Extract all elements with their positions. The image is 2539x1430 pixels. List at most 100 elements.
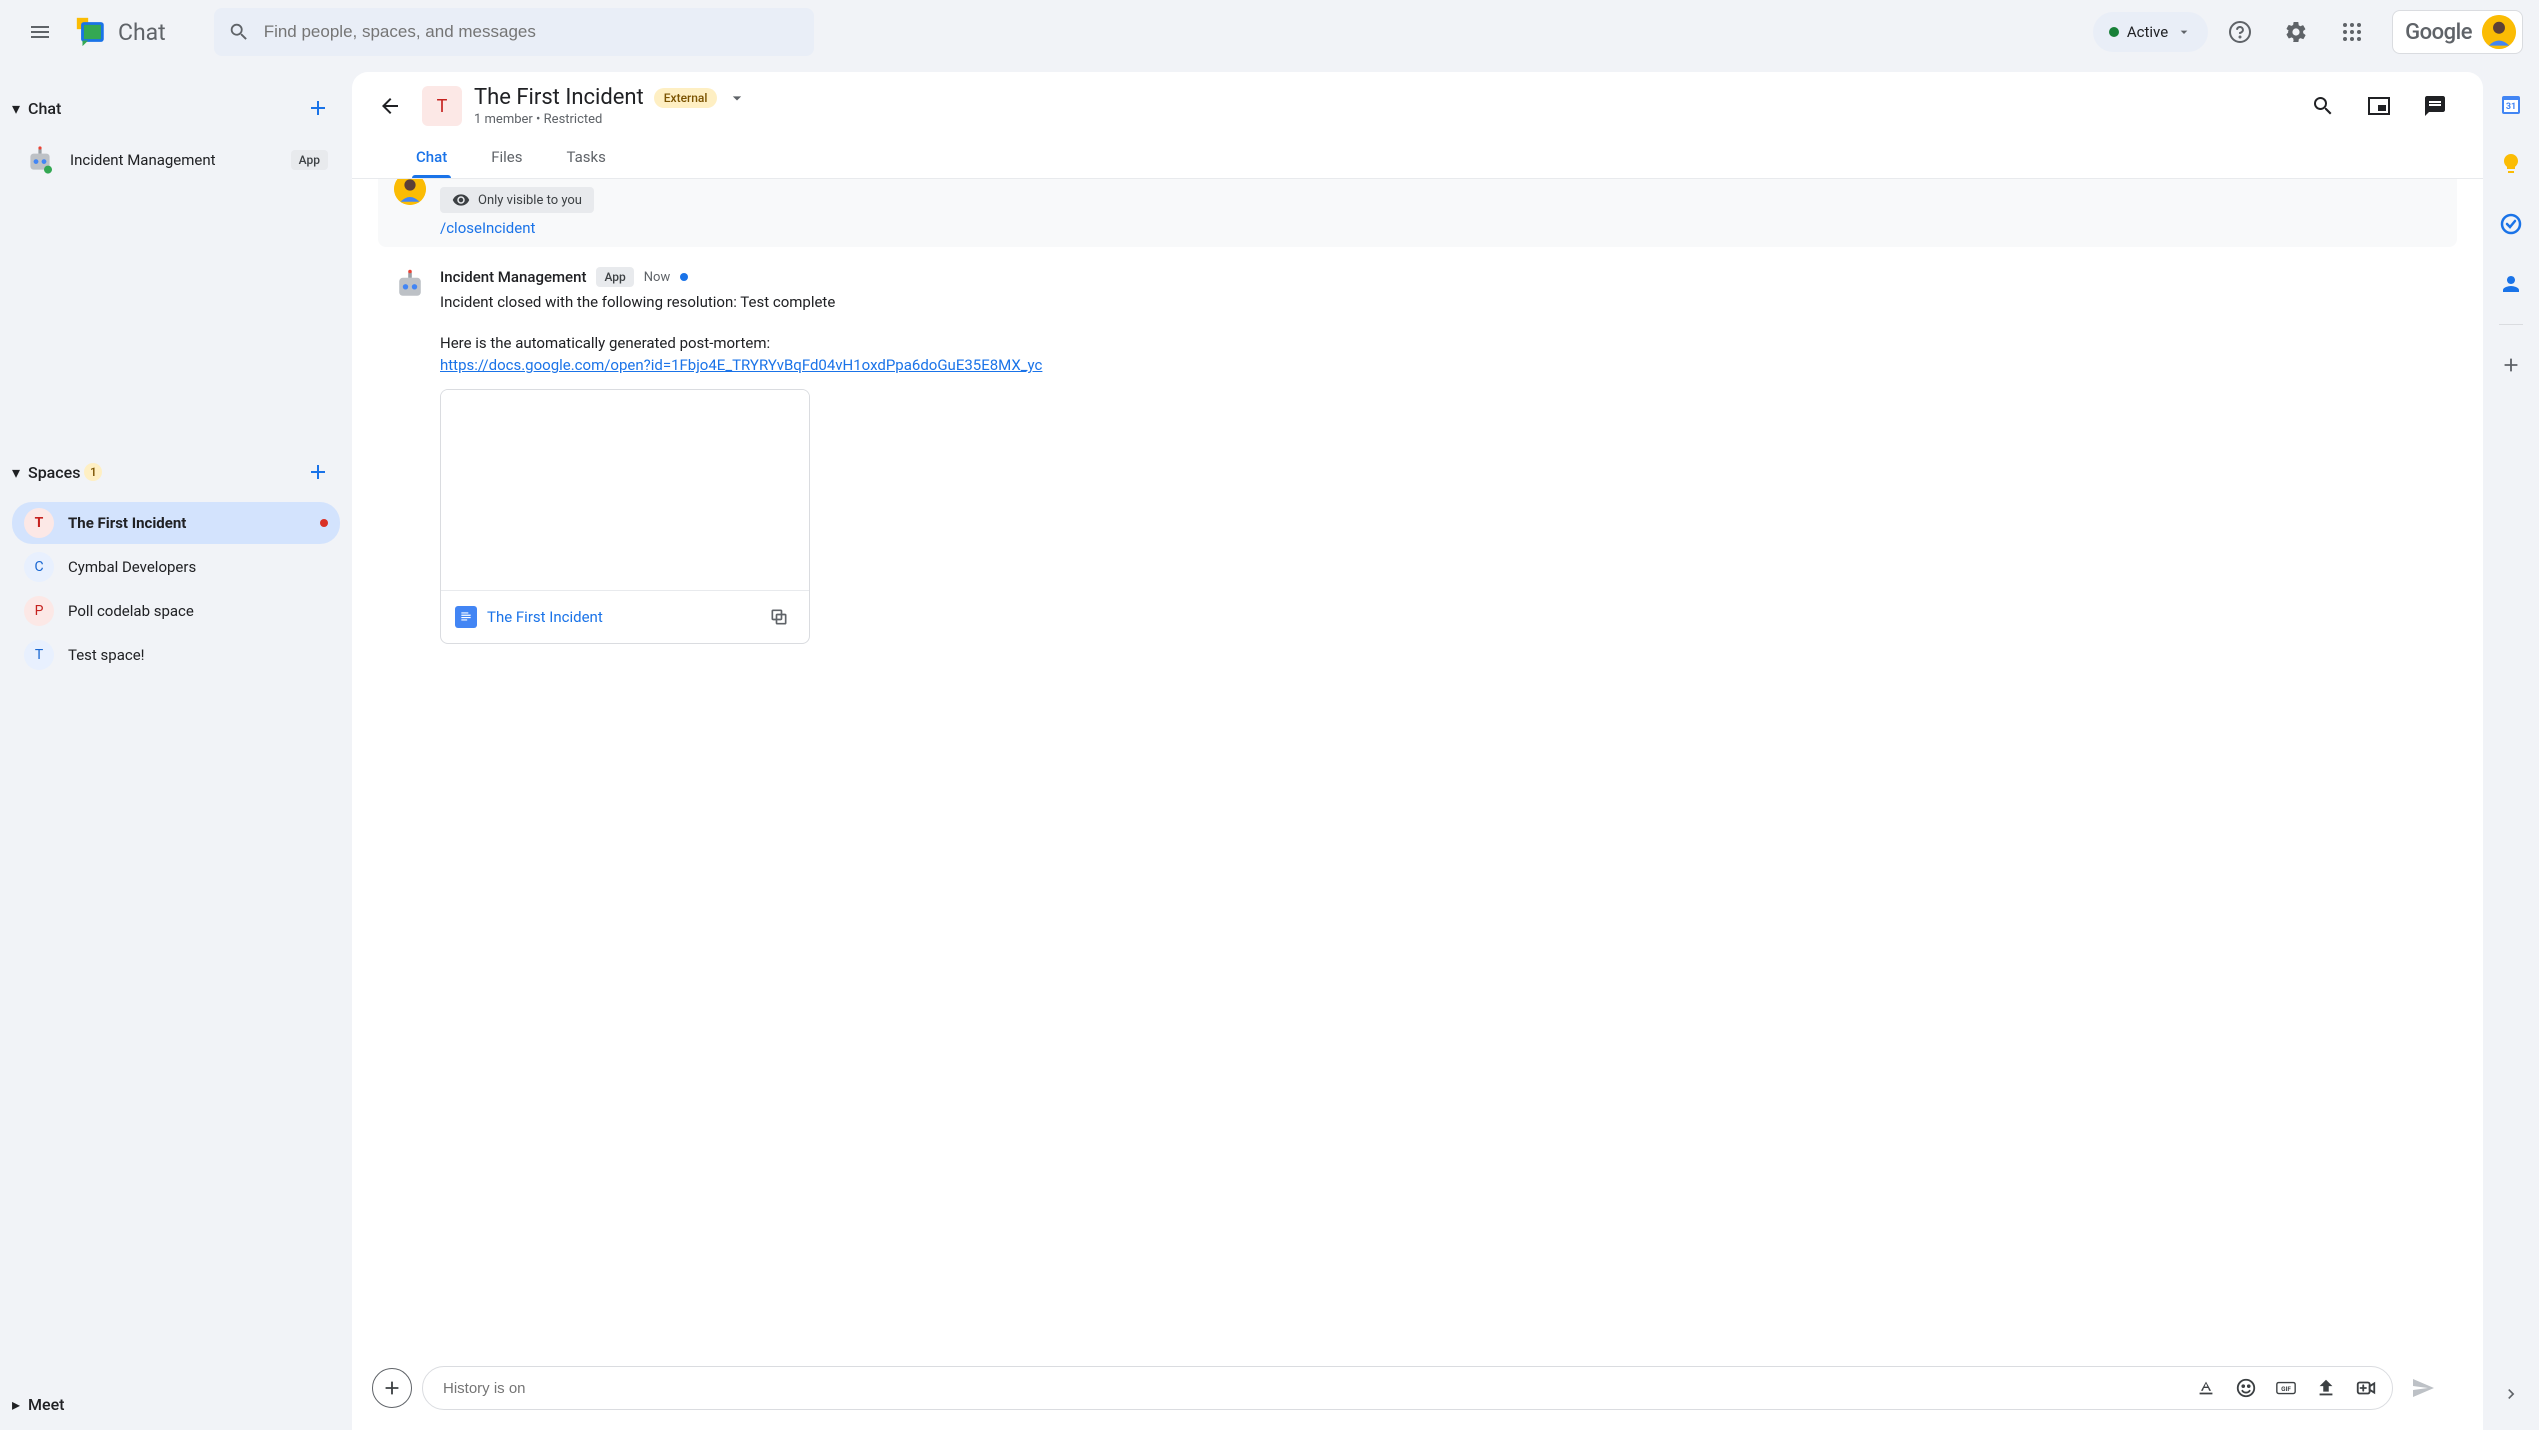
plus-icon: [306, 96, 330, 120]
plus-icon: [306, 460, 330, 484]
search-bar[interactable]: [214, 8, 814, 56]
help-icon: [2228, 20, 2252, 44]
avatar-icon: [2482, 15, 2516, 49]
contacts-rail-button[interactable]: [2491, 264, 2531, 304]
spaces-section-title: Spaces: [28, 463, 80, 482]
person-icon: [2499, 272, 2523, 296]
space-title: The First Incident: [474, 85, 644, 110]
space-letter-avatar: C: [24, 552, 54, 582]
chat-section-title: Chat: [28, 99, 61, 118]
gear-icon: [2284, 20, 2308, 44]
brand-label: Google: [2405, 20, 2472, 45]
chevron-down-icon: [2176, 24, 2192, 40]
apps-button[interactable]: [2328, 8, 2376, 56]
chevron-right-icon: [2501, 1384, 2521, 1404]
keep-rail-button[interactable]: [2491, 144, 2531, 184]
meet-section-title: Meet: [28, 1395, 64, 1414]
sidebar-space-item[interactable]: P Poll codelab space: [12, 590, 340, 632]
space-letter-avatar: T: [24, 640, 54, 670]
composer-row: GIF: [352, 1350, 2483, 1430]
spaces-count-badge: 1: [84, 463, 102, 481]
status-label: Active: [2127, 23, 2168, 41]
attach-button[interactable]: [372, 1368, 412, 1408]
format-button[interactable]: [2188, 1370, 2224, 1406]
tab-tasks[interactable]: Tasks: [563, 140, 610, 178]
search-in-space-button[interactable]: [2299, 82, 2347, 130]
tasks-icon: [2499, 212, 2523, 236]
copy-icon: [769, 607, 789, 627]
external-badge: External: [654, 88, 718, 108]
docs-icon: [455, 606, 477, 628]
add-panel-button[interactable]: [2491, 345, 2531, 385]
new-chat-button[interactable]: [298, 88, 338, 128]
hamburger-icon: [28, 20, 52, 44]
message-composer[interactable]: GIF: [422, 1366, 2393, 1410]
message-input[interactable]: [443, 1380, 2184, 1397]
text-format-icon: [2195, 1377, 2217, 1399]
eye-icon: [452, 191, 470, 209]
picture-in-picture-icon: [2367, 94, 2391, 118]
app-title: Chat: [118, 19, 166, 46]
send-button[interactable]: [2403, 1368, 2443, 1408]
sidebar-item-label: Cymbal Developers: [68, 558, 328, 576]
svg-text:GIF: GIF: [2281, 1385, 2291, 1393]
video-button[interactable]: [2348, 1370, 2384, 1406]
user-avatar[interactable]: [2482, 15, 2516, 49]
chevron-down-icon[interactable]: [727, 88, 747, 108]
visibility-chip: Only visible to you: [440, 187, 594, 213]
thread-panel-button[interactable]: [2411, 82, 2459, 130]
svg-text:31: 31: [2506, 102, 2516, 112]
back-button[interactable]: [370, 86, 410, 126]
conversation-tabs: Chat Files Tasks: [352, 130, 2483, 179]
help-button[interactable]: [2216, 8, 2264, 56]
collapse-caret-icon: ▾: [8, 463, 24, 482]
sidebar-space-item[interactable]: T The First Incident: [12, 502, 340, 544]
video-add-icon: [2355, 1377, 2377, 1399]
app-logo[interactable]: Chat: [74, 15, 166, 49]
sidebar-space-item[interactable]: C Cymbal Developers: [12, 546, 340, 588]
new-space-button[interactable]: [298, 452, 338, 492]
search-input[interactable]: [264, 22, 800, 42]
arrow-left-icon: [378, 94, 402, 118]
message-text-line1: Incident closed with the following resol…: [440, 291, 2443, 314]
thread-icon: [2423, 94, 2447, 118]
doc-preview-card[interactable]: The First Incident: [440, 389, 810, 644]
user-command-message: Only visible to you /closeIncident: [378, 179, 2457, 247]
tab-files[interactable]: Files: [487, 140, 526, 178]
sidebar: ▾ Chat Incident Management App ▾ Spaces …: [0, 64, 352, 1430]
message-link[interactable]: https://docs.google.com/open?id=1Fbjo4E_…: [440, 356, 1042, 374]
meet-section-header[interactable]: ▸ Meet: [8, 1387, 344, 1422]
pip-button[interactable]: [2355, 82, 2403, 130]
main-menu-button[interactable]: [16, 8, 64, 56]
emoji-icon: [2235, 1377, 2257, 1399]
sidebar-item-label: Incident Management: [70, 151, 277, 169]
plus-icon: [381, 1377, 403, 1399]
plus-icon: [2500, 354, 2522, 376]
sidebar-space-item[interactable]: T Test space!: [12, 634, 340, 676]
settings-button[interactable]: [2272, 8, 2320, 56]
unread-dot-icon: [680, 273, 688, 281]
sidebar-item-label: The First Incident: [68, 514, 306, 532]
message-timestamp: Now: [644, 270, 670, 285]
avatar-icon: [394, 179, 426, 205]
collapse-rail-button[interactable]: [2491, 1374, 2531, 1414]
emoji-button[interactable]: [2228, 1370, 2264, 1406]
gif-button[interactable]: GIF: [2268, 1370, 2304, 1406]
calendar-rail-button[interactable]: 31: [2491, 84, 2531, 124]
spaces-section-header[interactable]: ▾ Spaces 1: [8, 444, 344, 500]
doc-title: The First Incident: [487, 608, 753, 626]
chat-section-header[interactable]: ▾ Chat: [8, 80, 344, 136]
topbar: Chat Active Google: [0, 0, 2539, 64]
collapse-caret-icon: ▾: [8, 99, 24, 118]
upload-button[interactable]: [2308, 1370, 2344, 1406]
status-dot-icon: [2109, 27, 2119, 37]
copy-button[interactable]: [763, 601, 795, 633]
sidebar-item-incident-management[interactable]: Incident Management App: [12, 138, 340, 182]
status-chip[interactable]: Active: [2093, 12, 2208, 52]
sidebar-item-label: Test space!: [68, 646, 328, 664]
sidebar-item-label: Poll codelab space: [68, 602, 328, 620]
tasks-rail-button[interactable]: [2491, 204, 2531, 244]
tab-chat[interactable]: Chat: [412, 140, 451, 178]
account-switcher[interactable]: Google: [2392, 10, 2523, 54]
upload-icon: [2315, 1377, 2337, 1399]
